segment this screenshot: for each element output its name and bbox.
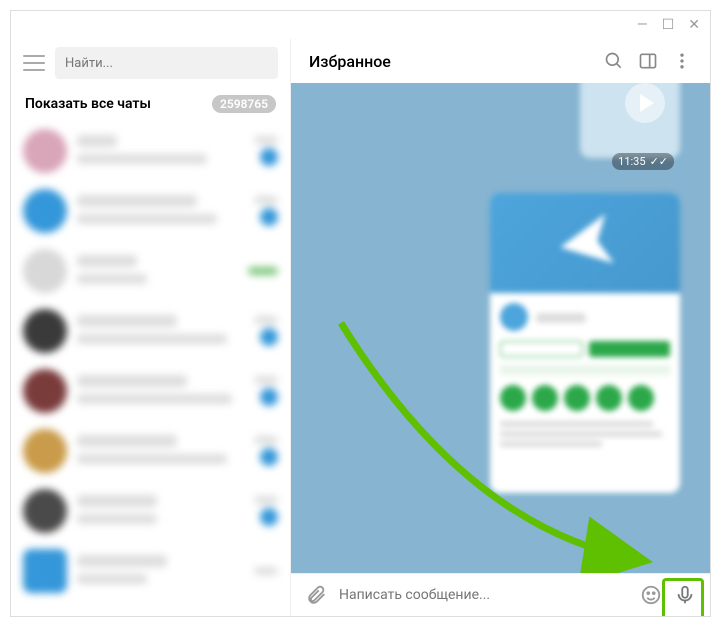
titlebar: — ☐ ✕ — [11, 11, 710, 39]
avatar — [23, 549, 67, 593]
unread-dot — [260, 148, 278, 166]
telegram-plane-icon — [556, 214, 614, 272]
chat-title[interactable]: Избранное — [309, 52, 590, 71]
sidebar: Показать все чаты 2598765 — [11, 39, 291, 616]
more-icon[interactable] — [672, 51, 692, 71]
chat-item[interactable] — [11, 241, 290, 301]
chat-item[interactable] — [11, 181, 290, 241]
emoji-icon[interactable] — [640, 584, 662, 606]
messages-area[interactable]: 11:35✓✓ — [291, 83, 710, 573]
chat-header: Избранное — [291, 39, 710, 83]
unread-dot — [260, 448, 278, 466]
menu-icon[interactable] — [23, 55, 45, 71]
avatar — [23, 429, 67, 473]
chat-list — [11, 121, 290, 616]
message-link-preview[interactable] — [490, 193, 680, 493]
avatar — [23, 309, 67, 353]
close-button[interactable]: ✕ — [688, 17, 700, 33]
unread-badge: 2598765 — [212, 95, 276, 113]
avatar — [23, 129, 67, 173]
chat-item[interactable] — [11, 541, 290, 601]
chat-item[interactable] — [11, 481, 290, 541]
chat-filter[interactable]: Показать все чаты 2598765 — [11, 87, 290, 121]
avatar — [23, 249, 67, 293]
unread-dot — [260, 328, 278, 346]
unread-dot — [260, 388, 278, 406]
filter-label: Показать все чаты — [25, 96, 151, 112]
minimize-button[interactable]: — — [637, 17, 648, 33]
message-input[interactable] — [339, 587, 628, 603]
unread-dot — [260, 208, 278, 226]
avatar — [23, 189, 67, 233]
chat-item[interactable] — [11, 121, 290, 181]
message-input-bar — [291, 573, 710, 616]
unread-dot — [260, 508, 278, 526]
search-input[interactable] — [55, 47, 278, 79]
chat-item[interactable] — [11, 421, 290, 481]
microphone-icon[interactable] — [674, 584, 696, 606]
avatar — [23, 489, 67, 533]
attach-icon[interactable] — [305, 584, 327, 606]
search-icon[interactable] — [604, 51, 624, 71]
app-icon — [500, 303, 528, 331]
sidepanel-icon[interactable] — [638, 51, 658, 71]
avatar — [23, 369, 67, 413]
main-panel: Избранное 11:35✓✓ — [291, 39, 710, 616]
message-time: 11:35✓✓ — [612, 153, 674, 170]
maximize-button[interactable]: ☐ — [662, 17, 675, 33]
app-window: — ☐ ✕ Показать все чаты 2598765 — [10, 10, 711, 617]
chat-item[interactable] — [11, 301, 290, 361]
chat-item[interactable] — [11, 361, 290, 421]
play-icon[interactable] — [625, 83, 665, 123]
read-checks-icon: ✓✓ — [650, 155, 668, 168]
